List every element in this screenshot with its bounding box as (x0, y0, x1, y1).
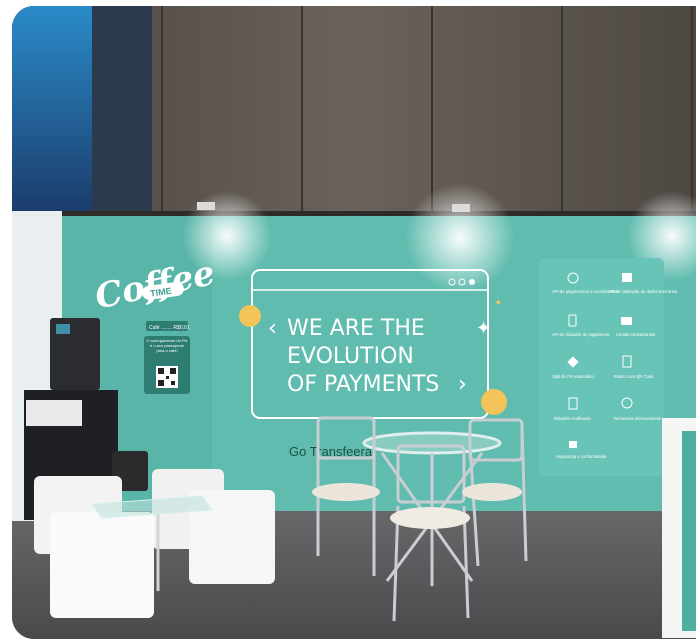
booth-scene: Coffee TIME Café ........ R$0,01 O carre… (12, 6, 696, 639)
feature-label: API de iniciador de pagamento (552, 332, 610, 337)
camera-icon (621, 317, 632, 325)
lock-icon (569, 441, 577, 448)
features-panel: API de pagamentos e recebimentos API de … (538, 258, 677, 476)
headline-line-1: WE ARE THE (287, 316, 425, 341)
chevron-right-icon: › (458, 372, 467, 397)
feature-label: Relatório Antifraude (554, 416, 591, 421)
feature-label: Contas transacionais (616, 332, 655, 337)
qr-header: Café ........ R$0,01 (149, 325, 190, 331)
feature-label: API de validação de dados bancários (608, 289, 677, 294)
spotlight-fixture (452, 204, 470, 212)
headline-line-2: EVOLUTION (287, 344, 414, 369)
feature-label: Split de Pix automático (552, 374, 595, 379)
feature-label: Boleto com QR Code (614, 374, 654, 379)
dark-pillar (92, 6, 152, 221)
spotlight-glow (405, 183, 515, 293)
bank-icon (622, 273, 632, 282)
cube-stool (50, 512, 154, 618)
window-dot-icon (469, 279, 475, 285)
chair-seat (462, 483, 522, 501)
sparkle-icon: ✦ (476, 318, 491, 338)
chair-seat (390, 507, 470, 529)
booth-photo: Coffee TIME Café ........ R$0,01 O carre… (12, 6, 696, 639)
headline-line-3: OF PAYMENTS (287, 372, 439, 397)
cabinet-label (26, 400, 82, 426)
blue-light-panel (12, 6, 92, 216)
glass-round-table (362, 431, 502, 455)
sparkle-icon: ✦ (494, 298, 502, 309)
chair-seat (312, 483, 380, 501)
feature-label: Remessas internacionais (614, 416, 661, 421)
spotlight-fixture (197, 202, 215, 210)
qr-caption: O carregamento do Pix é o seu passaporte… (146, 338, 188, 353)
coin-icon (481, 389, 507, 415)
chevron-left-icon: ‹ (268, 316, 277, 341)
coin-icon (239, 305, 261, 327)
feature-label: Segurança e conformidade (556, 454, 607, 459)
